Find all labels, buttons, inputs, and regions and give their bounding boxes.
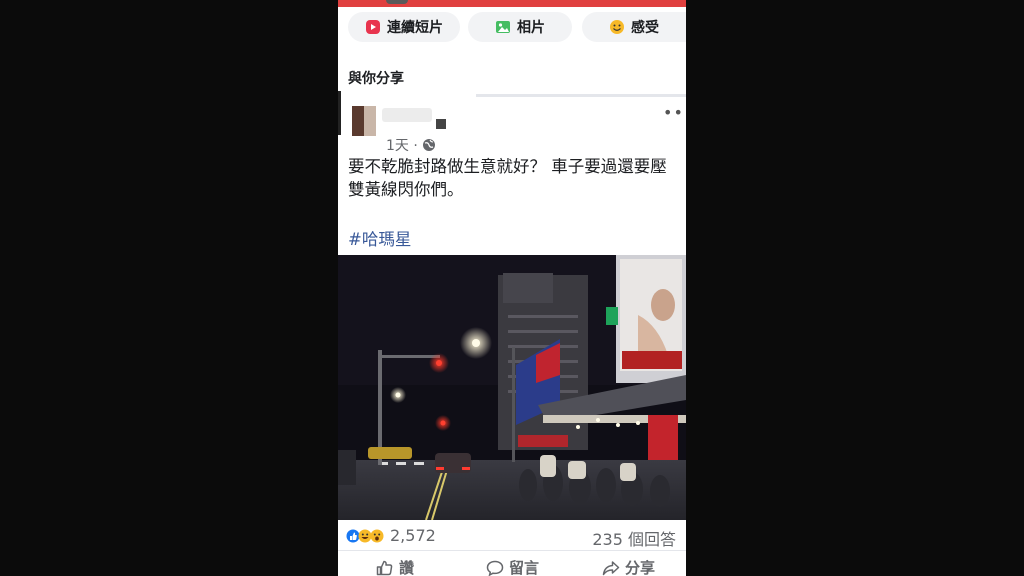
post-text: 要不乾脆封路做生意就好？ 車子要過還要壓雙黃線閃你們。 — [348, 157, 667, 199]
facebook-app-screen: 連續短片 相片 感受 與你分享 1天 · ••• 要不乾脆封路做生意就好？ 車子… — [338, 0, 686, 576]
comment-icon — [486, 560, 504, 576]
reels-icon — [365, 19, 381, 35]
share-label: 分享 — [625, 559, 656, 576]
top-accent-bar — [338, 0, 686, 7]
share-button[interactable]: 分享 — [602, 557, 655, 576]
globe-icon — [422, 138, 436, 152]
night-street-photo — [338, 255, 686, 520]
post-timestamp[interactable]: 1天 · — [386, 135, 436, 155]
reels-label: 連續短片 — [387, 20, 443, 36]
feeling-label: 感受 — [631, 20, 659, 36]
photo-label: 相片 — [517, 20, 545, 36]
like-label: 讚 — [399, 559, 415, 576]
smiley-icon — [609, 19, 625, 35]
reels-button[interactable]: 連續短片 — [348, 12, 460, 42]
post-stats: 2,572 235 個回答 — [338, 520, 686, 550]
more-options-icon[interactable]: ••• — [663, 105, 686, 121]
comment-label: 留言 — [509, 559, 540, 576]
share-arrow-icon — [602, 560, 620, 576]
section-title: 與你分享 — [348, 71, 404, 87]
blurred-author-name[interactable] — [382, 108, 432, 122]
comment-button[interactable]: 留言 — [486, 557, 539, 576]
post-photo[interactable] — [338, 255, 686, 520]
photo-icon — [495, 19, 511, 35]
thumbs-up-icon — [376, 560, 394, 576]
post-actions-bar: 讚 留言 分享 — [338, 550, 686, 576]
photo-button[interactable]: 相片 — [468, 12, 572, 42]
avatar[interactable] — [352, 106, 376, 136]
post-time-text: 1天 · — [386, 138, 418, 154]
blurred-mark — [436, 119, 446, 129]
hashtag-link[interactable]: #哈瑪星 — [348, 226, 411, 250]
comment-count[interactable]: 235 個回答 — [592, 526, 676, 550]
reaction-icons[interactable] — [346, 528, 390, 543]
feeling-button[interactable]: 感受 — [582, 12, 686, 42]
reaction-count[interactable]: 2,572 — [390, 526, 436, 545]
shared-indicator — [338, 91, 341, 135]
story-actions-row: 連續短片 相片 感受 — [338, 10, 686, 44]
divider — [476, 94, 686, 97]
like-button[interactable]: 讚 — [376, 557, 414, 576]
status-notch — [386, 0, 408, 4]
